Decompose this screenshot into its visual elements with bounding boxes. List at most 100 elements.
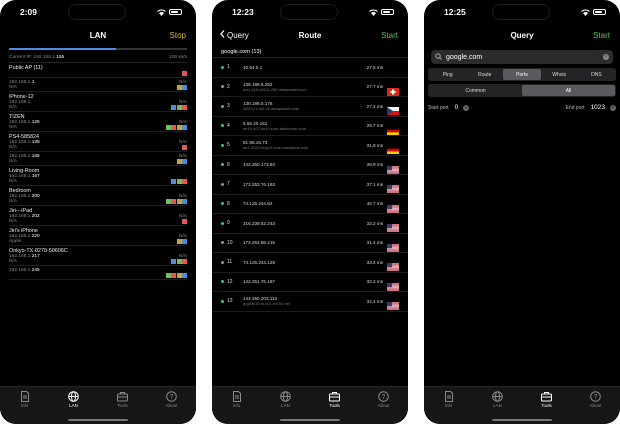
hop-row[interactable]: 13 142.250.203.110 prg03s10-in-f14.1e100.n… — [212, 292, 408, 312]
list-item[interactable]: Jiri---iPad 192.168.1.202 N/A N/A — [9, 206, 187, 226]
tab-label: Info — [444, 403, 453, 408]
list-item[interactable]: PS4-585824 192.168.1.138 N/A N/A — [9, 132, 187, 152]
hop-row[interactable]: 9 216.239.62.243 32.2 ms — [212, 214, 408, 234]
device-sub: N/A — [9, 85, 17, 90]
ip-suffix: 200 — [31, 194, 40, 199]
hop-row[interactable]: 2 138.199.6.252 unn-138-199-6-252.datapack… — [212, 78, 408, 97]
device-sub: Apple — [9, 239, 22, 244]
status-bar: 12:25 — [424, 0, 620, 24]
service-badges — [176, 159, 187, 164]
list-item[interactable]: TIZEN 192.168.1.125 N/A N/A — [9, 112, 187, 132]
status-dot-icon — [221, 241, 224, 245]
mode-all[interactable]: All — [522, 85, 615, 96]
hop-latency: 31.4 ms — [366, 240, 383, 246]
hop-number: 3 — [227, 103, 230, 110]
list-item[interactable]: 192.168.1.1 N/A N/A — [9, 78, 187, 92]
service-badges — [171, 259, 187, 264]
clear-end-port-icon[interactable]: × — [610, 104, 616, 111]
list-item[interactable]: iPhone-12 192.168.1. N/A N/A — [9, 92, 187, 112]
status-dot-icon — [221, 104, 224, 108]
stop-button[interactable]: Stop — [170, 31, 186, 40]
search-field[interactable]: google.com × — [431, 50, 613, 64]
mode-common[interactable]: Common — [429, 85, 522, 96]
hop-row[interactable]: 10 172.253.66.215 31.4 ms — [212, 234, 408, 253]
tab-about[interactable]: ? About — [571, 391, 620, 424]
device-ip: 192.168.1.245 — [9, 268, 40, 273]
start-button[interactable]: Start — [381, 31, 398, 40]
service-badge — [165, 199, 171, 204]
ip-suffix: 125 — [31, 120, 40, 125]
hop-row[interactable]: 8 74.125.244.82 40.7 ms — [212, 195, 408, 214]
hop-host: prg03s10-in-f14.1e100.net — [243, 301, 290, 307]
list-item[interactable]: Onkyo-TX-8270-50606C 192.168.1.217 N/A N/A — [9, 246, 187, 266]
tab-whois[interactable]: Whois — [541, 69, 578, 80]
hop-latency: 27.5 ms — [366, 64, 383, 70]
device-sub-row — [9, 71, 187, 76]
tab-label: About — [589, 403, 602, 408]
clear-icon[interactable]: × — [603, 54, 609, 60]
tab-ping[interactable]: Ping — [429, 69, 466, 80]
tab-about[interactable]: ? About — [147, 391, 196, 424]
hop-info: 10.64.0.1 — [237, 65, 359, 70]
hop-row[interactable]: 11 74.125.243.129 33.4 ms — [212, 253, 408, 273]
tab-ports[interactable]: Ports — [503, 69, 541, 80]
wifi-icon — [157, 9, 166, 16]
battery-icon — [169, 8, 182, 16]
tab-info[interactable]: Info — [0, 391, 49, 424]
clear-start-port-icon[interactable]: × — [463, 104, 470, 111]
hop-row[interactable]: 3 138.199.0.178 vl203.r1.dc1.cz.datapacket… — [212, 97, 408, 117]
flag-us-icon — [387, 239, 399, 252]
hop-latency: 40.7 ms — [366, 201, 383, 207]
search-input[interactable]: google.com — [446, 54, 482, 61]
svg-text:?: ? — [382, 394, 386, 401]
flag-us-icon — [387, 219, 399, 233]
status-icons — [369, 8, 394, 16]
hop-row[interactable]: 4 5.56.20.161 ae10-407.ce10.core-backbone.… — [212, 117, 408, 136]
list-item[interactable]: Bedroom 192.168.1.200 N/A N/A — [9, 186, 187, 206]
hop-latency: 27.7 ms — [366, 84, 383, 90]
list-item[interactable]: Public AP (11) — [9, 63, 187, 78]
device-sub-row: N/A — [9, 259, 187, 264]
hop-row[interactable]: 1 10.64.0.1 27.5 ms — [212, 58, 408, 78]
device-sub: N/A — [9, 145, 17, 150]
status-dot-icon — [221, 299, 224, 303]
hop-latency: 32.4 ms — [366, 298, 383, 304]
hop-ip: 10.64.0.1 — [243, 64, 263, 70]
question-icon: ? — [590, 391, 601, 402]
tab-dns[interactable]: DNS — [578, 69, 615, 80]
status-dot-icon — [221, 124, 224, 128]
list-item[interactable]: Jiri's iPhone 192.168.1.220 N/A Apple — [9, 226, 187, 246]
tab-info[interactable]: Info — [212, 391, 261, 424]
hop-row[interactable]: 6 142.250.173.84 39.9 ms — [212, 156, 408, 175]
lan-screen: 2:09 LAN Stop Current IP: 192.168.1.155 … — [0, 0, 196, 424]
hop-row[interactable]: 7 172.253.76.193 37.1 ms — [212, 175, 408, 195]
back-button[interactable]: Query — [220, 30, 249, 40]
hop-info: 5.56.20.161 ae10-407.ce10.core-backbone.c… — [237, 121, 359, 131]
hop-number: 13 — [227, 298, 233, 305]
start-button[interactable]: Start — [593, 31, 610, 40]
list-item[interactable]: 192.168.1.165 N/A N/A — [9, 152, 187, 166]
list-item[interactable]: Living-Room 192.168.1.167 N/A — [9, 166, 187, 186]
tab-about[interactable]: ? About — [359, 391, 408, 424]
device-sub-row: N/A — [9, 159, 187, 164]
hop-row[interactable]: 12 142.251.76.187 32.2 ms — [212, 273, 408, 292]
tab-label: About — [165, 403, 178, 408]
device-sub: N/A — [9, 259, 17, 264]
device-sub-row: N/A — [9, 85, 187, 90]
tab-info[interactable]: Info — [424, 391, 473, 424]
hop-latency: 27.2 ms — [366, 103, 383, 109]
current-ip-row: Current IP: 192.168.1.155 100 ks/s — [9, 53, 187, 63]
tab-label: Tools — [117, 403, 128, 408]
route-screen: 12:23 Query Route Start google.com (13) … — [212, 0, 408, 424]
ip-suffix: 220 — [31, 234, 40, 239]
hop-info: 142.251.76.187 — [237, 279, 359, 284]
hop-info: 172.253.66.215 — [237, 240, 359, 245]
tab-label: Info — [20, 403, 29, 408]
start-port-input[interactable]: 0 — [455, 104, 459, 111]
hop-ip: 142.251.76.187 — [243, 279, 275, 285]
end-port-input[interactable]: 1023 — [591, 104, 605, 111]
flag-de-icon — [387, 141, 399, 155]
hop-row[interactable]: 5 81.95.15.73 ae7-2023.nbg10.core-backbone… — [212, 136, 408, 156]
tab-route[interactable]: Route — [466, 69, 503, 80]
list-item[interactable]: 192.168.1.245 — [9, 266, 187, 280]
